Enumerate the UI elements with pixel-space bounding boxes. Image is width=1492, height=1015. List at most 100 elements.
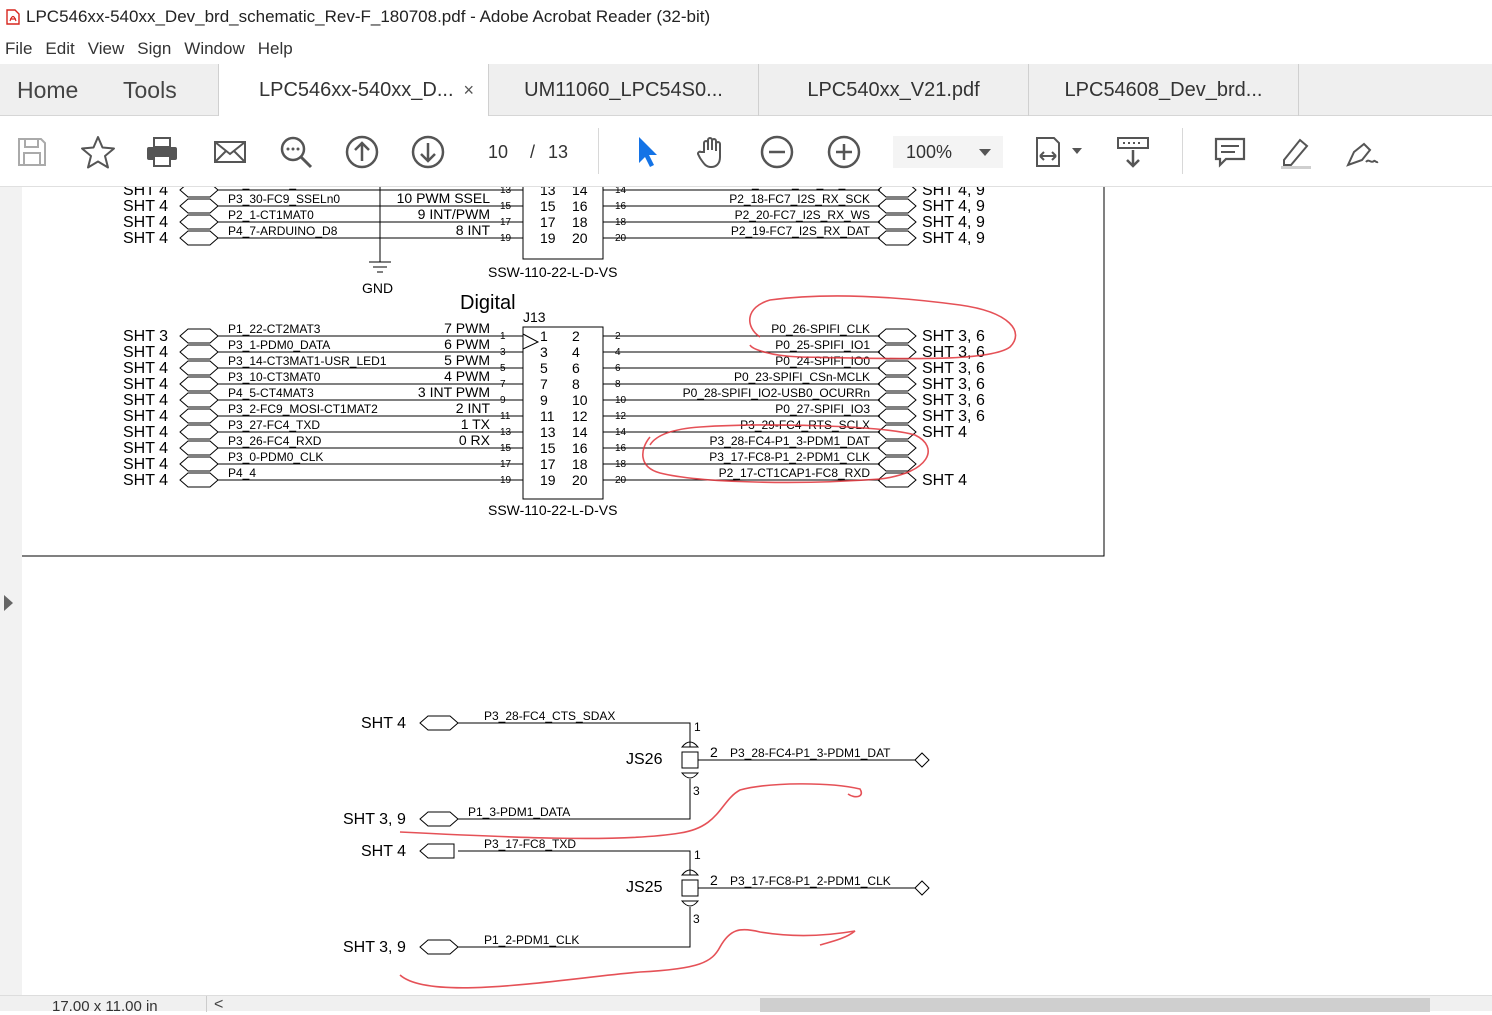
tab-tools[interactable]: Tools: [123, 64, 177, 116]
fit-page-icon[interactable]: [1031, 133, 1069, 171]
bookmark-star-icon[interactable]: [79, 133, 117, 171]
window-title: LPC546xx-540xx_Dev_brd_schematic_Rev-F_1…: [26, 7, 711, 26]
j13-rows: SHT 3 P1_22-CT2MAT3 7 PWM1 1 2 2P0_26-SPIFI_C…: [123, 320, 985, 489]
right-net-label: P0_23-SPIFI_CSn-MCLK: [734, 370, 870, 384]
document-viewport[interactable]: .ln{stroke:#000;stroke-width:1;fill:none…: [0, 187, 1492, 995]
offpage-connector-left: [179, 344, 219, 360]
select-arrow-icon[interactable]: [628, 133, 666, 171]
doc-tab-lpc540xx[interactable]: LPC540xx_V21.pdf: [759, 64, 1029, 116]
email-icon[interactable]: [211, 133, 249, 171]
menu-file[interactable]: File: [5, 39, 32, 59]
right-net-label: P0_26-SPIFI_CLK: [771, 322, 870, 336]
right-sht-label: SHT 3, 6: [922, 376, 985, 393]
inner-left-pin: 11: [540, 408, 555, 424]
menu-sign[interactable]: Sign: [137, 39, 171, 59]
left-sht-label: SHT 4: [123, 424, 168, 441]
jumper-alt-connector: [419, 939, 459, 955]
offpage-connector-right: [877, 344, 917, 360]
left-sht-label: SHT 4: [123, 376, 168, 393]
doc-tab-active[interactable]: LPC546xx-540xx_D... ×: [218, 64, 489, 117]
menu-view[interactable]: View: [88, 39, 125, 59]
page-up-icon[interactable]: [343, 133, 381, 171]
right-pin-number: 20: [615, 475, 627, 486]
status-divider: [206, 996, 207, 1012]
pin1-marker: [522, 333, 540, 350]
jumper-ref: JS26: [626, 751, 663, 768]
jumper-pin-2: 2: [710, 744, 718, 760]
offpage-connector-right: [877, 230, 917, 246]
menu-help[interactable]: Help: [258, 39, 293, 59]
page-number-input[interactable]: 10: [488, 136, 508, 168]
jumper-center-pad: [681, 751, 699, 769]
left-pin-number: 17: [500, 459, 512, 470]
left-sht-label: SHT 4: [123, 360, 168, 377]
scroll-left-icon[interactable]: <: [214, 996, 223, 1014]
left-func-label: 1 TX: [461, 416, 491, 432]
right-sht-label: SHT 3, 6: [922, 328, 985, 345]
menu-window[interactable]: Window: [184, 39, 244, 59]
tab-bar: Home Tools LPC546xx-540xx_D... × UM11060…: [0, 64, 1492, 117]
comment-icon[interactable]: [1211, 133, 1249, 171]
jumper-alt-sht: SHT 3, 9: [343, 811, 406, 828]
doc-tab-label: LPC546xx-540xx_D...: [259, 79, 454, 101]
offpage-connector-left: [179, 472, 219, 488]
search-zoom-icon[interactable]: [277, 133, 315, 171]
left-sht-label: SHT 4: [123, 214, 168, 231]
j13-ref: J13: [523, 309, 546, 325]
offpage-connector-right: [877, 187, 917, 198]
scroll-mode-icon[interactable]: [1114, 133, 1152, 171]
inner-right-pin: 16: [572, 440, 588, 456]
page-size-label: 17.00 x 11.00 in: [52, 998, 158, 1015]
jumper-pin-2: 2: [710, 872, 718, 888]
right-pin-number: 16: [615, 443, 627, 454]
hand-icon[interactable]: [693, 133, 731, 171]
right-pin-number: 14: [615, 187, 627, 196]
doc-tab-label: UM11060_LPC54S0...: [524, 79, 723, 101]
doc-tab-lpc54608[interactable]: LPC54608_Dev_brd...: [1029, 64, 1299, 116]
close-tab-icon[interactable]: ×: [463, 64, 474, 116]
horizontal-scrollbar[interactable]: [760, 998, 1430, 1012]
highlight-icon[interactable]: [1277, 133, 1315, 171]
save-icon[interactable]: [13, 133, 51, 171]
offpage-connector-right: [877, 456, 917, 472]
part-number-j13: SSW-110-22-L-D-VS: [488, 502, 617, 518]
jumper-in-net: P3_28-FC4_CTS_SDAX: [484, 709, 615, 723]
jumper-in-sht: SHT 4: [361, 843, 406, 860]
right-net-label: P0_25-SPIFI_IO1: [775, 338, 870, 352]
jumper-bottom-pad: [680, 772, 700, 779]
ground-symbol-icon: [369, 261, 391, 273]
left-sht-label: SHT 4: [123, 440, 168, 457]
sign-icon[interactable]: [1343, 133, 1381, 171]
left-func-label: 8 INT: [456, 222, 491, 238]
right-pin-number: 10: [615, 395, 627, 406]
left-net-label: P3_30-FC9_SSELn0: [228, 192, 340, 206]
gnd-label: GND: [362, 280, 393, 296]
jumper-in-net: P3_17-FC8_TXD: [484, 837, 576, 851]
zoom-select[interactable]: 100%: [893, 136, 1003, 168]
status-bar: 17.00 x 11.00 in <: [0, 995, 1492, 1015]
jumper-pin-1: 1: [694, 848, 701, 862]
print-icon[interactable]: [143, 133, 181, 171]
menu-edit[interactable]: Edit: [45, 39, 74, 59]
right-pin-number: 18: [615, 217, 627, 228]
zoom-in-icon[interactable]: [825, 133, 863, 171]
left-net-label: P3_10-CT3MAT0: [228, 370, 321, 384]
zoom-out-icon[interactable]: [758, 133, 796, 171]
digital-title: Digital: [460, 292, 516, 314]
jumper-in-connector: [419, 843, 455, 859]
right-sht-label: SHT 3, 6: [922, 360, 985, 377]
jumper-in-sht: SHT 4: [361, 715, 406, 732]
left-pin-number: 3: [500, 347, 506, 358]
offpage-connector-right: [877, 214, 917, 230]
inner-right-pin: 14: [572, 424, 588, 440]
jumpers: SHT 4 P3_28-FC4_CTS_SDAX 1 JS26 2 P3_28-FC4-P…: [343, 709, 930, 956]
doc-tab-um11060[interactable]: UM11060_LPC54S0...: [489, 64, 759, 116]
left-net-label: P3_1-PDM0_DATA: [228, 338, 330, 352]
left-pin-number: 17: [500, 217, 512, 228]
page-down-icon[interactable]: [409, 133, 447, 171]
fit-dropdown-chevron-icon[interactable]: [1072, 148, 1082, 154]
inner-right-pin: 6: [572, 360, 580, 376]
left-func-label: 7 PWM: [444, 320, 490, 336]
tab-home[interactable]: Home: [17, 64, 78, 116]
right-sht-label: SHT 4, 9: [922, 230, 985, 247]
